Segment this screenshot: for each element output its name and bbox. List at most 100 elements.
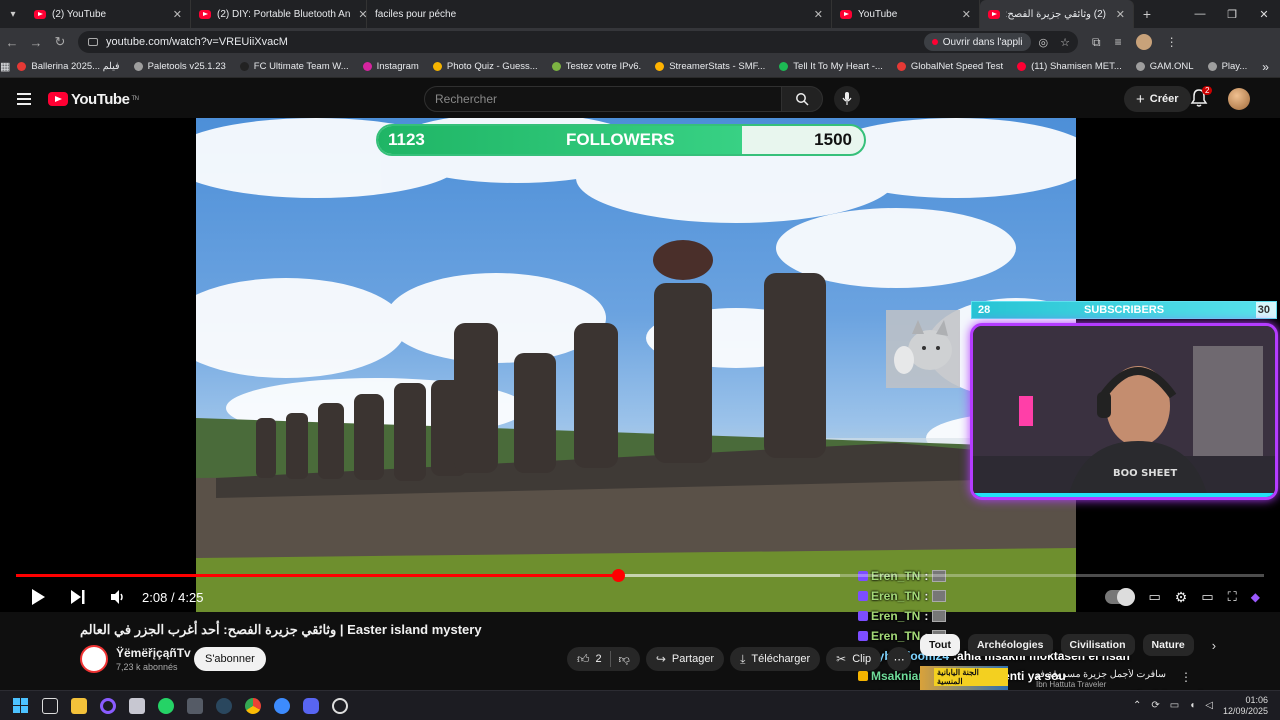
create-button[interactable]: + Créer (1124, 86, 1191, 112)
restore-icon[interactable]: ❐ (1216, 8, 1248, 21)
media-controls-icon[interactable]: ≡ (1115, 35, 1122, 49)
voice-search-button[interactable] (834, 86, 860, 112)
bookmark-item[interactable]: Paletools v25.1.23 (127, 61, 233, 72)
url-field[interactable]: youtube.com/watch?v=VREUiiXvacM Ouvrir d… (78, 31, 1078, 53)
bookmark-item[interactable]: Ballerina 2025... فيلم (10, 61, 126, 72)
scrubber-handle[interactable] (611, 569, 625, 582)
extension-shield-icon[interactable]: ◆ (1251, 590, 1260, 604)
tab-easter-island[interactable]: (2) وثائقي جزيرة الفصح: أحد أغر ✕ (980, 0, 1134, 28)
clip-button[interactable]: ✂ Clip (826, 647, 882, 671)
volume-button[interactable] (98, 589, 138, 605)
video-player[interactable]: 1123 FOLLOWERS 1500 28 SUBSCRIBERS 30 BO… (0, 118, 1280, 720)
speaker-icon[interactable]: ◁ (1205, 700, 1213, 711)
channel-avatar[interactable] (80, 645, 108, 673)
theater-mode-icon[interactable]: ▭ (1201, 589, 1213, 605)
play-button[interactable] (18, 588, 58, 606)
close-window-icon[interactable]: ✕ (1248, 8, 1280, 21)
tab-search-button[interactable]: ▾ (0, 0, 26, 28)
notifications-button[interactable]: 2 (1190, 86, 1214, 110)
bookmark-item[interactable]: Play... (1201, 61, 1255, 72)
thumbs-up-icon[interactable]: 👍︎ (577, 652, 590, 667)
youtube-logo[interactable]: YouTube TN (48, 91, 139, 108)
site-info-icon[interactable] (88, 38, 98, 46)
subtitles-icon[interactable]: ▭ (1149, 589, 1161, 605)
next-button[interactable] (58, 589, 98, 605)
chevron-right-icon[interactable]: › (1212, 638, 1216, 653)
recommended-title[interactable]: سافرت لأجمل جزيرة مسروقة في اليابان! ج (1036, 669, 1166, 680)
chip-nature[interactable]: Nature (1142, 634, 1194, 656)
tab-peche[interactable]: faciles pour péche ✕ (367, 0, 832, 28)
chip-all[interactable]: Tout (920, 634, 960, 656)
search-input[interactable]: Rechercher (424, 86, 782, 112)
apps-grid-icon[interactable]: ▦ (0, 60, 10, 73)
more-actions-button[interactable]: ⋯ (887, 647, 912, 671)
like-count[interactable]: 2 (596, 653, 602, 665)
whatsapp-icon[interactable] (151, 691, 180, 720)
autoplay-toggle[interactable] (1104, 588, 1135, 606)
close-icon[interactable]: ✕ (1108, 8, 1125, 21)
fullscreen-icon[interactable]: ⛶ (1228, 589, 1237, 605)
bookmark-item[interactable]: Instagram (356, 61, 426, 72)
search-button[interactable] (781, 86, 823, 112)
thumbs-down-icon[interactable]: 👎︎ (619, 653, 630, 666)
subscribe-button[interactable]: S'abonner (194, 647, 266, 671)
microphone-tray-icon[interactable]: ◖ (1189, 700, 1195, 711)
eye-off-icon[interactable]: ◎ (1039, 36, 1049, 49)
close-icon[interactable]: ✕ (165, 8, 182, 21)
seek-bar[interactable] (16, 569, 1264, 582)
minimize-icon[interactable]: — (1184, 8, 1216, 21)
bookmark-item[interactable]: Tell It To My Heart -... (772, 61, 890, 72)
chevron-up-icon[interactable]: ⌃ (1133, 700, 1141, 711)
scissors-icon: ✂ (836, 652, 847, 666)
channel-info[interactable]: ŸëmëřįçąñTv 7,23 k abonnés (80, 645, 191, 673)
discord-icon[interactable] (296, 691, 325, 720)
more-bookmarks-icon[interactable]: » (1254, 60, 1277, 74)
start-button[interactable] (6, 691, 35, 720)
network-icon[interactable]: ▭ (1170, 700, 1179, 711)
browser-menu-icon[interactable]: ⋮ (1166, 35, 1178, 49)
reload-icon[interactable]: ↻ (48, 34, 72, 50)
open-in-app-button[interactable]: Ouvrir dans l'appli (923, 33, 1031, 51)
tab-youtube-2[interactable]: YouTube ✕ (832, 0, 980, 28)
account-avatar[interactable] (1228, 88, 1250, 110)
tab-diy-bluetooth[interactable]: (2) DIY: Portable Bluetooth An ✕ (191, 0, 367, 28)
recommended-thumbnail[interactable]: الجنة اليابانية المنسية (920, 666, 1008, 690)
snipping-tool-icon[interactable] (122, 691, 151, 720)
settings-gear-icon[interactable]: ⚙ (1175, 589, 1188, 606)
extensions-icon[interactable]: ⧉ (1092, 35, 1101, 50)
bookmark-item[interactable]: GAM.ONL (1129, 61, 1201, 72)
bookmark-item[interactable]: FC Ultimate Team W... (233, 61, 356, 72)
bookmark-item[interactable]: GlobalNet Speed Test (890, 61, 1010, 72)
task-view-icon[interactable] (35, 691, 64, 720)
download-button[interactable]: ⤓ Télécharger (730, 647, 821, 671)
chrome-icon[interactable] (238, 691, 267, 720)
app-circle-icon[interactable] (93, 691, 122, 720)
clock[interactable]: 01:06 12/09/2025 (1223, 695, 1268, 717)
chip-archeologies[interactable]: Archéologies (967, 634, 1053, 656)
back-icon[interactable]: ← (0, 35, 24, 50)
obs-icon[interactable] (325, 691, 354, 720)
menu-icon[interactable] (0, 93, 48, 105)
profile-avatar[interactable] (1135, 34, 1152, 50)
bookmark-item[interactable]: StreamerStats - SMF... (648, 61, 772, 72)
sync-icon[interactable]: ⟳ (1151, 700, 1159, 711)
app-arrow-icon[interactable] (267, 691, 296, 720)
bookmark-item[interactable]: Photo Quiz - Guess... (426, 61, 545, 72)
bookmark-star-icon[interactable]: ☆ (1060, 36, 1070, 49)
tab-youtube-1[interactable]: (2) YouTube ✕ (26, 0, 191, 28)
close-icon[interactable]: ✕ (954, 8, 971, 21)
chip-civilisation[interactable]: Civilisation (1060, 634, 1135, 656)
file-explorer-icon[interactable] (64, 691, 93, 720)
recommended-video[interactable]: الجنة اليابانية المنسية سافرت لأجمل جزير… (920, 666, 1280, 690)
bookmark-item[interactable]: Testez votre IPv6. (545, 61, 649, 72)
steam-icon[interactable] (209, 691, 238, 720)
close-icon[interactable]: ✕ (350, 8, 366, 21)
new-tab-button[interactable]: + (1134, 6, 1160, 22)
more-vert-icon[interactable]: ⋮ (1180, 670, 1192, 684)
app-cube-icon[interactable] (180, 691, 209, 720)
share-button[interactable]: ↪ Partager (645, 647, 725, 671)
bookmark-item[interactable]: (11) Shamisen MET... (1010, 61, 1129, 72)
forward-icon[interactable]: → (24, 35, 48, 50)
channel-name[interactable]: ŸëmëřįçąñTv (116, 646, 191, 660)
close-icon[interactable]: ✕ (806, 8, 823, 21)
